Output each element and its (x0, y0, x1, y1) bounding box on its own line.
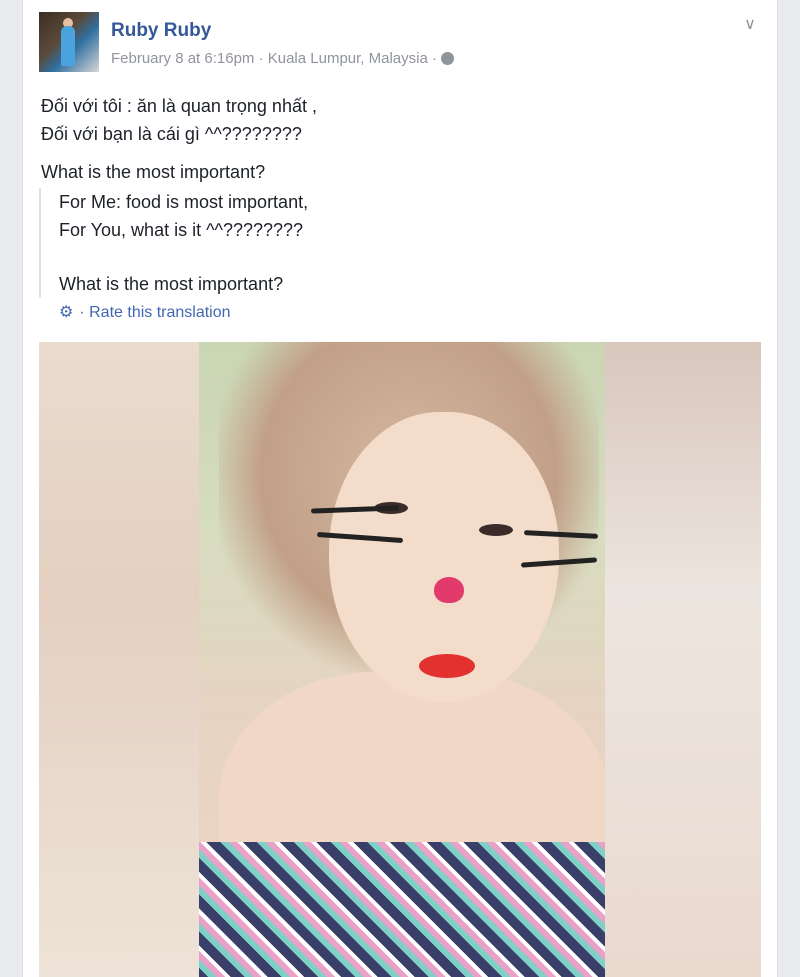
globe-icon[interactable] (441, 52, 454, 65)
photo-blur-right (605, 342, 761, 977)
translation-block: For Me: food is most important, For You,… (39, 188, 308, 298)
author-name[interactable]: Ruby Ruby (111, 20, 211, 42)
translation-spacer (59, 244, 308, 270)
translation-line-3: What is the most important? (59, 274, 284, 294)
post-meta: February 8 at 6:16pm · Kuala Lumpur, Mal… (111, 50, 454, 67)
post-text-line-1: Đối với tôi : ăn là quan trọng nhất , (41, 96, 317, 116)
translation-line-2: For You, what is it ^^???????? (59, 220, 304, 240)
rate-translation-link[interactable]: Rate this translation (89, 304, 230, 321)
photo-patterned-top (199, 842, 605, 977)
gear-icon[interactable]: ⚙ (59, 304, 73, 321)
post-text-line-2: Đối với bạn là cái gì ^^???????? (41, 124, 302, 144)
photo-center (199, 342, 605, 977)
photo-face (329, 412, 559, 702)
post-card: Ruby Ruby February 8 at 6:16pm · Kuala L… (22, 0, 778, 977)
post-text: Đối với tôi : ăn là quan trọng nhất , Đố… (41, 92, 317, 186)
chevron-down-icon[interactable]: ∨ (741, 14, 759, 33)
photo-eye-right (479, 524, 513, 536)
photo-heart-nose (434, 577, 464, 603)
photo-lips (419, 654, 475, 678)
post-photo[interactable] (39, 342, 761, 977)
avatar-figure-body (61, 26, 75, 66)
photo-blur-left (39, 342, 199, 977)
translation-line-1: For Me: food is most important, (59, 192, 309, 212)
author-avatar[interactable] (39, 12, 99, 72)
post-text-line-3: What is the most important? (41, 162, 266, 182)
rate-translation: ⚙ · Rate this translation (59, 304, 231, 321)
post-meta-text[interactable]: February 8 at 6:16pm · Kuala Lumpur, Mal… (111, 50, 437, 67)
